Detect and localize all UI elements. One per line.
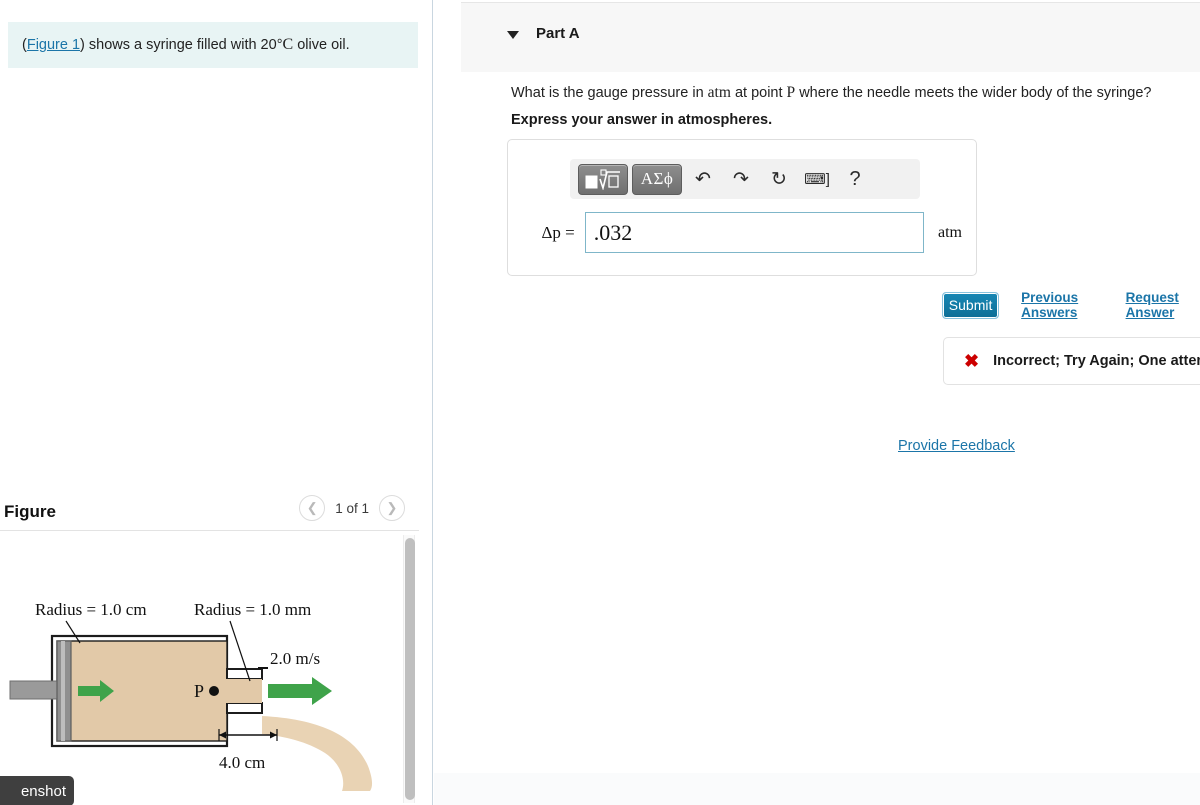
- right-panel-footer: [434, 773, 1200, 805]
- oil-stream: [262, 716, 373, 791]
- right-panel: Part A What is the gauge pressure in atm…: [434, 0, 1200, 805]
- figure-pager: ❮ 1 of 1 ❯: [299, 495, 405, 521]
- error-x-icon: ✖: [964, 350, 980, 371]
- math-template-button[interactable]: [578, 163, 628, 195]
- answer-input[interactable]: [584, 212, 924, 253]
- label-length: 4.0 cm: [219, 753, 265, 772]
- greek-symbols-button[interactable]: ΑΣϕ: [632, 163, 682, 195]
- question-point-p: P: [786, 84, 796, 101]
- question-text: What is the gauge pressure in atm at poi…: [511, 82, 1191, 104]
- syringe-diagram: P Radius = 1.0 cm Radius = 1.0 mm 2.0 m/…: [9, 600, 373, 791]
- redo-icon[interactable]: ↷: [724, 164, 758, 194]
- previous-answers-link[interactable]: Previous Answers: [1021, 290, 1103, 320]
- question-instruction: Express your answer in atmospheres.: [511, 112, 773, 128]
- feedback-message: Incorrect; Try Again; One attempt remain…: [993, 353, 1200, 369]
- answer-unit: atm: [938, 223, 962, 241]
- plunger-highlight: [61, 641, 65, 741]
- flow-arrow-exit: [268, 677, 332, 705]
- request-answer-link[interactable]: Request Answer: [1126, 290, 1200, 320]
- question-seg-3: where the needle meets the wider body of…: [795, 85, 1152, 101]
- screenshot-chip[interactable]: enshot: [0, 776, 74, 805]
- figure-header: Figure ❮ 1 of 1 ❯: [0, 493, 419, 530]
- intro-tail: olive oil.: [293, 37, 350, 54]
- chevron-left-icon[interactable]: ❮: [299, 495, 326, 521]
- figure-body: P Radius = 1.0 cm Radius = 1.0 mm 2.0 m/…: [0, 530, 419, 805]
- leader-line-body: [65, 620, 81, 644]
- submit-button[interactable]: Submit: [942, 291, 1000, 319]
- submit-row: Submit Previous Answers Request Answer: [942, 290, 1200, 320]
- feedback-box: ✖ Incorrect; Try Again; One attempt rema…: [943, 337, 1200, 385]
- question-unit-atm: atm: [707, 84, 731, 101]
- figure-scrollbar-thumb[interactable]: [405, 538, 415, 800]
- part-a-header[interactable]: Part A: [461, 2, 1200, 72]
- figure-scrollbar[interactable]: [403, 535, 415, 803]
- figure-1-link[interactable]: Figure 1: [27, 37, 80, 53]
- question-seg-2: at point: [730, 85, 787, 101]
- needle-lower-wall: [226, 702, 263, 714]
- question-seg-1: What is the gauge pressure in: [511, 85, 708, 101]
- answer-label: Δp =: [541, 222, 575, 242]
- mastering-physics-page: (Figure 1) shows a syringe filled with 2…: [0, 0, 1200, 805]
- figure-page-count: 1 of 1: [335, 500, 369, 516]
- provide-feedback-link[interactable]: Provide Feedback: [898, 438, 1015, 454]
- label-body-radius: Radius = 1.0 cm: [35, 600, 147, 619]
- left-panel: (Figure 1) shows a syringe filled with 2…: [0, 0, 433, 805]
- keyboard-icon[interactable]: ⌨]: [800, 164, 834, 194]
- label-velocity: 2.0 m/s: [270, 649, 320, 668]
- sqrt-template-icon: [585, 168, 620, 190]
- label-needle-radius: Radius = 1.0 mm: [194, 600, 311, 619]
- answer-row: Δp = atm: [522, 212, 962, 253]
- part-a-label: Part A: [536, 25, 580, 42]
- chevron-right-icon[interactable]: ❯: [379, 495, 405, 521]
- figure-title: Figure: [4, 501, 56, 521]
- caret-down-icon[interactable]: [507, 31, 519, 39]
- point-p-dot: [209, 686, 219, 696]
- temperature-unit: C: [282, 36, 294, 54]
- keyboard-bracket: ]: [825, 170, 830, 188]
- needle-upper-wall: [226, 668, 263, 680]
- undo-icon[interactable]: ↶: [686, 164, 720, 194]
- math-toolbar: ΑΣϕ ↶ ↷ ↻ ⌨] ?: [570, 159, 920, 199]
- point-p-label: P: [194, 681, 204, 701]
- answer-card: ΑΣϕ ↶ ↷ ↻ ⌨] ? Δp = atm: [507, 139, 977, 276]
- help-icon[interactable]: ?: [838, 164, 872, 194]
- plunger-rod: [9, 680, 59, 700]
- problem-intro-box: (Figure 1) shows a syringe filled with 2…: [8, 22, 418, 68]
- problem-intro-text: (Figure 1) shows a syringe filled with 2…: [22, 34, 350, 56]
- needle-oil: [227, 679, 262, 703]
- reset-icon[interactable]: ↻: [762, 164, 796, 194]
- intro-after: ) shows a syringe filled with 20: [80, 37, 277, 54]
